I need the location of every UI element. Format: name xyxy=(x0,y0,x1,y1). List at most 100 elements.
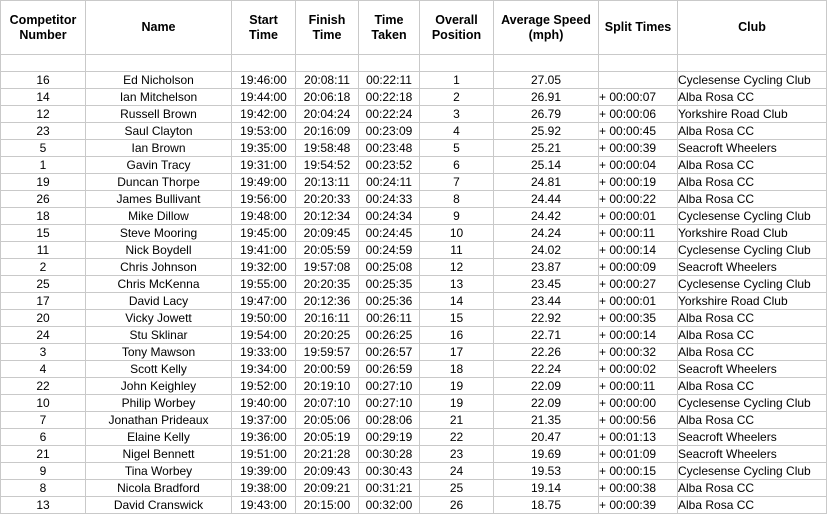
cell-finish-time[interactable]: 20:12:34 xyxy=(295,207,359,225)
cell-start-time[interactable]: 19:36:00 xyxy=(231,428,296,446)
cell-finish-time[interactable]: 20:20:25 xyxy=(295,326,359,344)
cell-time-taken[interactable]: 00:24:34 xyxy=(358,207,420,225)
cell-finish-time[interactable]: 20:13:11 xyxy=(295,173,359,191)
cell-start-time[interactable]: 19:42:00 xyxy=(231,105,296,123)
table-row[interactable]: 15 Steve Mooring 19:45:00 20:09:45 00:24:45 1… xyxy=(0,224,827,242)
cell-club[interactable]: Alba Rosa CC xyxy=(677,156,827,174)
cell-time-taken[interactable]: 00:23:09 xyxy=(358,122,420,140)
cell-time-taken[interactable]: 00:22:24 xyxy=(358,105,420,123)
cell-start-time[interactable]: 19:44:00 xyxy=(231,88,296,106)
cell-start-time[interactable]: 19:31:00 xyxy=(231,156,296,174)
cell-split-time[interactable]: + 00:00:14 xyxy=(598,241,678,259)
cell-club[interactable]: Yorkshire Road Club xyxy=(677,105,827,123)
column-header-finish-time[interactable]: Finish Time xyxy=(295,0,359,55)
cell-name[interactable]: Philip Worbey xyxy=(85,394,232,412)
cell-average-speed[interactable]: 22.26 xyxy=(493,343,599,361)
cell-split-time[interactable]: + 00:00:19 xyxy=(598,173,678,191)
table-row[interactable]: 17 David Lacy 19:47:00 20:12:36 00:25:36 14 23… xyxy=(0,292,827,310)
cell-name[interactable]: Nicola Bradford xyxy=(85,479,232,497)
cell-overall-position[interactable]: 22 xyxy=(419,428,494,446)
cell-finish-time[interactable]: 20:12:36 xyxy=(295,292,359,310)
table-row[interactable]: 20 Vicky Jowett 19:50:00 20:16:11 00:26:11 15… xyxy=(0,309,827,327)
cell-time-taken[interactable]: 00:26:57 xyxy=(358,343,420,361)
cell-club[interactable]: Seacroft Wheelers xyxy=(677,258,827,276)
cell-competitor-number[interactable]: 3 xyxy=(0,343,86,361)
cell-competitor-number[interactable]: 25 xyxy=(0,275,86,293)
cell-overall-position[interactable]: 15 xyxy=(419,309,494,327)
table-row[interactable]: 18 Mike Dillow 19:48:00 20:12:34 00:24:34 9 24… xyxy=(0,207,827,225)
cell-start-time[interactable]: 19:54:00 xyxy=(231,326,296,344)
cell-finish-time[interactable]: 20:07:10 xyxy=(295,394,359,412)
cell-competitor-number[interactable]: 21 xyxy=(0,445,86,463)
table-row[interactable]: 6 Elaine Kelly 19:36:00 20:05:19 00:29:19 22 2… xyxy=(0,428,827,446)
cell-overall-position[interactable]: 10 xyxy=(419,224,494,242)
cell-time-taken[interactable]: 00:25:35 xyxy=(358,275,420,293)
cell-competitor-number[interactable]: 11 xyxy=(0,241,86,259)
cell-split-time[interactable]: + 00:00:07 xyxy=(598,88,678,106)
cell-competitor-number[interactable]: 23 xyxy=(0,122,86,140)
cell-competitor-number[interactable]: 18 xyxy=(0,207,86,225)
cell-overall-position[interactable]: 2 xyxy=(419,88,494,106)
cell-overall-position[interactable]: 21 xyxy=(419,411,494,429)
column-header-time-taken[interactable]: Time Taken xyxy=(358,0,420,55)
table-row[interactable]: 11 Nick Boydell 19:41:00 20:05:59 00:24:59 11… xyxy=(0,241,827,259)
cell-time-taken[interactable]: 00:26:59 xyxy=(358,360,420,378)
cell-split-time[interactable]: + 00:00:01 xyxy=(598,207,678,225)
cell-competitor-number[interactable]: 26 xyxy=(0,190,86,208)
cell-split-time[interactable]: + 00:00:56 xyxy=(598,411,678,429)
column-header-start-time[interactable]: Start Time xyxy=(231,0,296,55)
cell-finish-time[interactable]: 20:16:09 xyxy=(295,122,359,140)
cell-club[interactable]: Yorkshire Road Club xyxy=(677,292,827,310)
cell-overall-position[interactable]: 19 xyxy=(419,394,494,412)
cell-finish-time[interactable]: 20:21:28 xyxy=(295,445,359,463)
cell-overall-position[interactable]: 17 xyxy=(419,343,494,361)
cell-overall-position[interactable]: 14 xyxy=(419,292,494,310)
cell-average-speed[interactable]: 23.44 xyxy=(493,292,599,310)
cell-club[interactable]: Seacroft Wheelers xyxy=(677,428,827,446)
table-row[interactable]: 8 Nicola Bradford 19:38:00 20:09:21 00:31:21… xyxy=(0,479,827,497)
cell-split-time[interactable]: + 00:00:09 xyxy=(598,258,678,276)
table-row[interactable]: 19 Duncan Thorpe 19:49:00 20:13:11 00:24:11 7… xyxy=(0,173,827,191)
cell-time-taken[interactable]: 00:30:43 xyxy=(358,462,420,480)
cell-average-speed[interactable]: 22.09 xyxy=(493,377,599,395)
cell-start-time[interactable]: 19:55:00 xyxy=(231,275,296,293)
cell-club[interactable]: Alba Rosa CC xyxy=(677,411,827,429)
cell-name[interactable]: John Keighley xyxy=(85,377,232,395)
cell-start-time[interactable]: 19:39:00 xyxy=(231,462,296,480)
table-row[interactable]: 25 Chris McKenna 19:55:00 20:20:35 00:25:35 1… xyxy=(0,275,827,293)
cell-competitor-number[interactable]: 9 xyxy=(0,462,86,480)
cell-overall-position[interactable]: 18 xyxy=(419,360,494,378)
cell-club[interactable]: Cyclesense Cycling Club xyxy=(677,241,827,259)
cell-finish-time[interactable]: 20:06:18 xyxy=(295,88,359,106)
cell-start-time[interactable]: 19:35:00 xyxy=(231,139,296,157)
cell-average-speed[interactable]: 25.92 xyxy=(493,122,599,140)
cell-competitor-number[interactable]: 19 xyxy=(0,173,86,191)
cell-finish-time[interactable]: 20:05:06 xyxy=(295,411,359,429)
cell-competitor-number[interactable]: 4 xyxy=(0,360,86,378)
table-row[interactable]: 9 Tina Worbey 19:39:00 20:09:43 00:30:43 24 19… xyxy=(0,462,827,480)
table-row[interactable]: 23 Saul Clayton 19:53:00 20:16:09 00:23:09 4 2… xyxy=(0,122,827,140)
cell-competitor-number[interactable]: 8 xyxy=(0,479,86,497)
cell-finish-time[interactable]: 20:19:10 xyxy=(295,377,359,395)
cell-name[interactable]: Steve Mooring xyxy=(85,224,232,242)
cell-average-speed[interactable]: 21.35 xyxy=(493,411,599,429)
cell-average-speed[interactable]: 22.09 xyxy=(493,394,599,412)
table-row[interactable]: 21 Nigel Bennett 19:51:00 20:21:28 00:30:28 2… xyxy=(0,445,827,463)
cell-club[interactable]: Seacroft Wheelers xyxy=(677,360,827,378)
cell-start-time[interactable]: 19:51:00 xyxy=(231,445,296,463)
cell-name[interactable]: Gavin Tracy xyxy=(85,156,232,174)
cell-club[interactable]: Alba Rosa CC xyxy=(677,479,827,497)
cell-start-time[interactable]: 19:48:00 xyxy=(231,207,296,225)
cell-name[interactable]: Russell Brown xyxy=(85,105,232,123)
cell-start-time[interactable]: 19:34:00 xyxy=(231,360,296,378)
cell-time-taken[interactable]: 00:28:06 xyxy=(358,411,420,429)
cell-average-speed[interactable]: 20.47 xyxy=(493,428,599,446)
cell-name[interactable]: David Lacy xyxy=(85,292,232,310)
cell-average-speed[interactable]: 23.87 xyxy=(493,258,599,276)
cell-time-taken[interactable]: 00:31:21 xyxy=(358,479,420,497)
cell-name[interactable]: Ian Brown xyxy=(85,139,232,157)
cell-split-time[interactable]: + 00:00:11 xyxy=(598,377,678,395)
cell-start-time[interactable]: 19:40:00 xyxy=(231,394,296,412)
cell-time-taken[interactable]: 00:27:10 xyxy=(358,377,420,395)
cell-club[interactable]: Cyclesense Cycling Club xyxy=(677,462,827,480)
